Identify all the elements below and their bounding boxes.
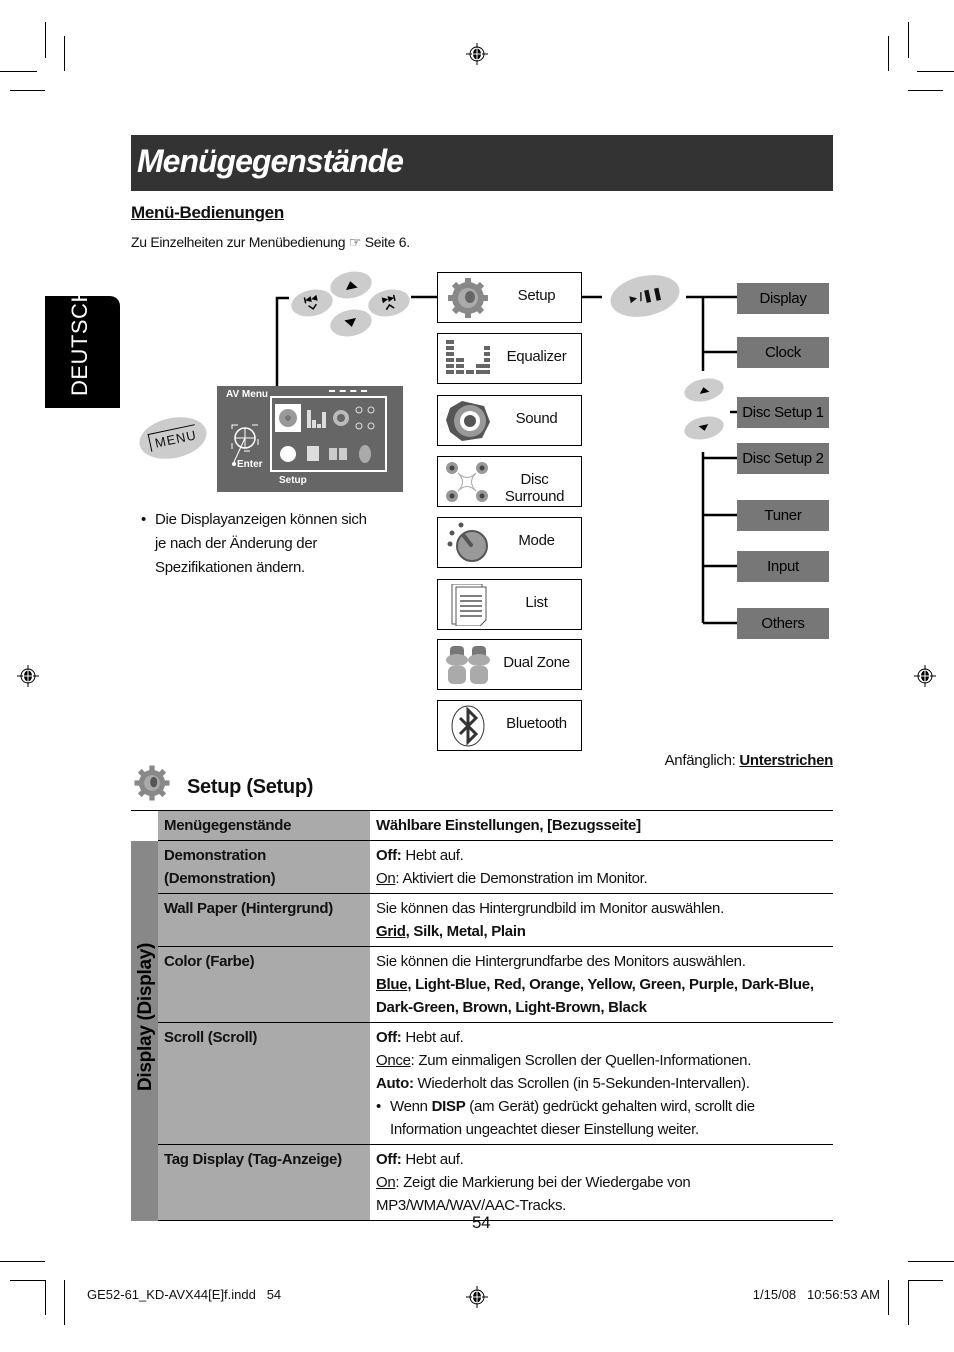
dual-zone-icon (446, 646, 490, 684)
menu-item-list[interactable]: List (437, 579, 582, 630)
menu-button-label: MENU (148, 424, 198, 452)
color-option: Green (639, 976, 682, 993)
av-menu-selected-label: Setup (279, 475, 307, 486)
submenu-item-input[interactable]: Input (737, 551, 829, 582)
menu-item-label: Mode (518, 532, 555, 549)
crop-mark (10, 1280, 45, 1281)
setup-table: Menügegenstände Wählbare Einstellungen, … (131, 810, 833, 1221)
crop-mark (908, 1280, 943, 1281)
color-option: Orange (529, 976, 580, 993)
menu-item-disc-surround[interactable]: Disc Surround (437, 456, 582, 507)
item-name: Tag Display (Tag-Anzeige) (158, 1144, 370, 1221)
column-header: Menügegenstände (158, 810, 370, 841)
gear-icon (134, 765, 170, 801)
menu-item-dual-zone[interactable]: Dual Zone (437, 639, 582, 690)
side-group-label: Display (Display) (135, 942, 156, 1091)
crop-mark (45, 1280, 46, 1315)
skip-back-icon (303, 294, 318, 310)
color-option: Brown (462, 999, 508, 1016)
scroll-note: • Wenn DISP (am Gerät) gedrückt gehalten … (376, 1098, 755, 1138)
initial-note-value: Unterstrichen (739, 752, 833, 769)
menu-item-label: Equalizer (506, 348, 567, 365)
crop-mark (908, 1280, 909, 1325)
submenu-item-tuner[interactable]: Tuner (737, 500, 829, 531)
menu-item-label: Setup (517, 287, 556, 304)
submenu-item-others[interactable]: Others (737, 608, 829, 639)
play-pause-icon: ►/❚❚ (626, 285, 664, 307)
menu-item-label: Bluetooth (506, 715, 567, 732)
color-option: Yellow (587, 976, 632, 993)
list-icon (451, 584, 487, 626)
surround-icon (446, 462, 488, 502)
triangle-down-icon (344, 317, 357, 327)
crop-mark (888, 1280, 889, 1315)
skip-forward-icon (381, 294, 396, 311)
triangle-up-icon (345, 281, 358, 291)
menu-item-label: Disc Surround (504, 471, 565, 505)
table-header: Menügegenstände Wählbare Einstellungen, … (131, 810, 833, 841)
menu-item-mode[interactable]: Mode (437, 517, 582, 568)
table-row: Color (Farbe) Sie können die Hintergrund… (131, 946, 833, 1023)
color-options: Blue, Light-Blue, Red, Orange, Yellow, G… (376, 976, 814, 1016)
menu-item-setup[interactable]: Setup (437, 272, 582, 323)
color-option: Dark-Blue (741, 976, 810, 993)
menu-item-bluetooth[interactable]: Bluetooth (437, 700, 582, 751)
color-option: Black (608, 999, 647, 1016)
initial-note-label: Anfänglich: (664, 752, 736, 769)
av-menu-icons (279, 406, 375, 463)
dial-icon (447, 522, 488, 562)
column-header: Wählbare Einstellungen, [Bezugsseite] (370, 810, 833, 841)
item-name: Scroll (Scroll) (158, 1022, 370, 1145)
menu-item-label: Dual Zone (503, 654, 570, 671)
menu-item-label: Sound (515, 410, 558, 427)
item-name: Demonstration (Demonstration) (158, 840, 370, 894)
footer-date: 1/15/08 10:56:53 AM (752, 1287, 880, 1302)
color-option: Purple (689, 976, 734, 993)
color-option: Dark-Green (376, 999, 455, 1016)
triangle-up-icon (699, 387, 710, 394)
equalizer-icon (446, 340, 490, 374)
triangle-down-icon (698, 424, 709, 431)
submenu-item-display[interactable]: Display (737, 283, 829, 314)
color-option: Light-Blue (415, 976, 487, 993)
bluetooth-icon (451, 705, 485, 747)
table-row: Scroll (Scroll) Off: Hebt auf. Once: Zum… (131, 1022, 833, 1145)
item-settings: Off: Hebt auf. On: Aktiviert die Demonst… (370, 840, 833, 894)
av-menu-dots (329, 390, 367, 394)
initial-setting-note: Anfänglich: Unterstrichen (664, 752, 834, 769)
color-option: Blue (376, 976, 408, 993)
submenu-item-disc-setup-2[interactable]: Disc Setup 2 (737, 443, 829, 474)
item-settings: Off: Hebt auf. Once: Zum einmaligen Scro… (370, 1022, 833, 1145)
menu-item-equalizer[interactable]: Equalizer (437, 333, 582, 384)
av-menu-title: AV Menu (226, 389, 269, 400)
display-note: • Die Displayanzeigen können sich je nac… (141, 508, 381, 580)
av-menu-screen: AV Menu Enter Setup (217, 386, 403, 492)
crop-mark (0, 1261, 45, 1262)
menu-item-sound[interactable]: Sound (437, 395, 582, 446)
menu-item-label: List (525, 594, 548, 611)
gear-icon (448, 278, 488, 318)
item-settings: Off: Hebt auf. On: Zeigt die Markierung … (370, 1144, 833, 1221)
color-option: Red (493, 976, 522, 993)
crop-mark (64, 1280, 65, 1325)
item-name: Color (Farbe) (158, 946, 370, 1023)
speaker-icon (446, 401, 490, 441)
registration-mark-icon (466, 1286, 488, 1308)
submenu-item-disc-setup-1[interactable]: Disc Setup 1 (737, 397, 829, 428)
page-number: 54 (472, 1213, 491, 1232)
item-settings: Sie können die Hintergrundfarbe des Moni… (370, 946, 833, 1023)
submenu-item-clock[interactable]: Clock (737, 337, 829, 368)
side-group: Display (Display) (131, 840, 158, 1221)
table-row: Display (Display) Demonstration (Demonst… (131, 840, 833, 1221)
item-settings: Sie können das Hintergrundbild im Monito… (370, 893, 833, 947)
crop-mark (908, 1261, 954, 1262)
color-option: Light-Brown (515, 999, 601, 1016)
enter-label: Enter (237, 459, 263, 470)
table-row: Wall Paper (Hintergrund) Sie können das … (131, 893, 833, 947)
setup-heading: Setup (Setup) (187, 776, 314, 798)
footer-file: GE52-61_KD-AVX44[E]f.indd 54 (87, 1287, 282, 1302)
table-row: Tag Display (Tag-Anzeige) Off: Hebt auf.… (131, 1144, 833, 1221)
display-note-text: Die Displayanzeigen können sich je nach … (155, 511, 367, 576)
item-name: Wall Paper (Hintergrund) (158, 893, 370, 947)
